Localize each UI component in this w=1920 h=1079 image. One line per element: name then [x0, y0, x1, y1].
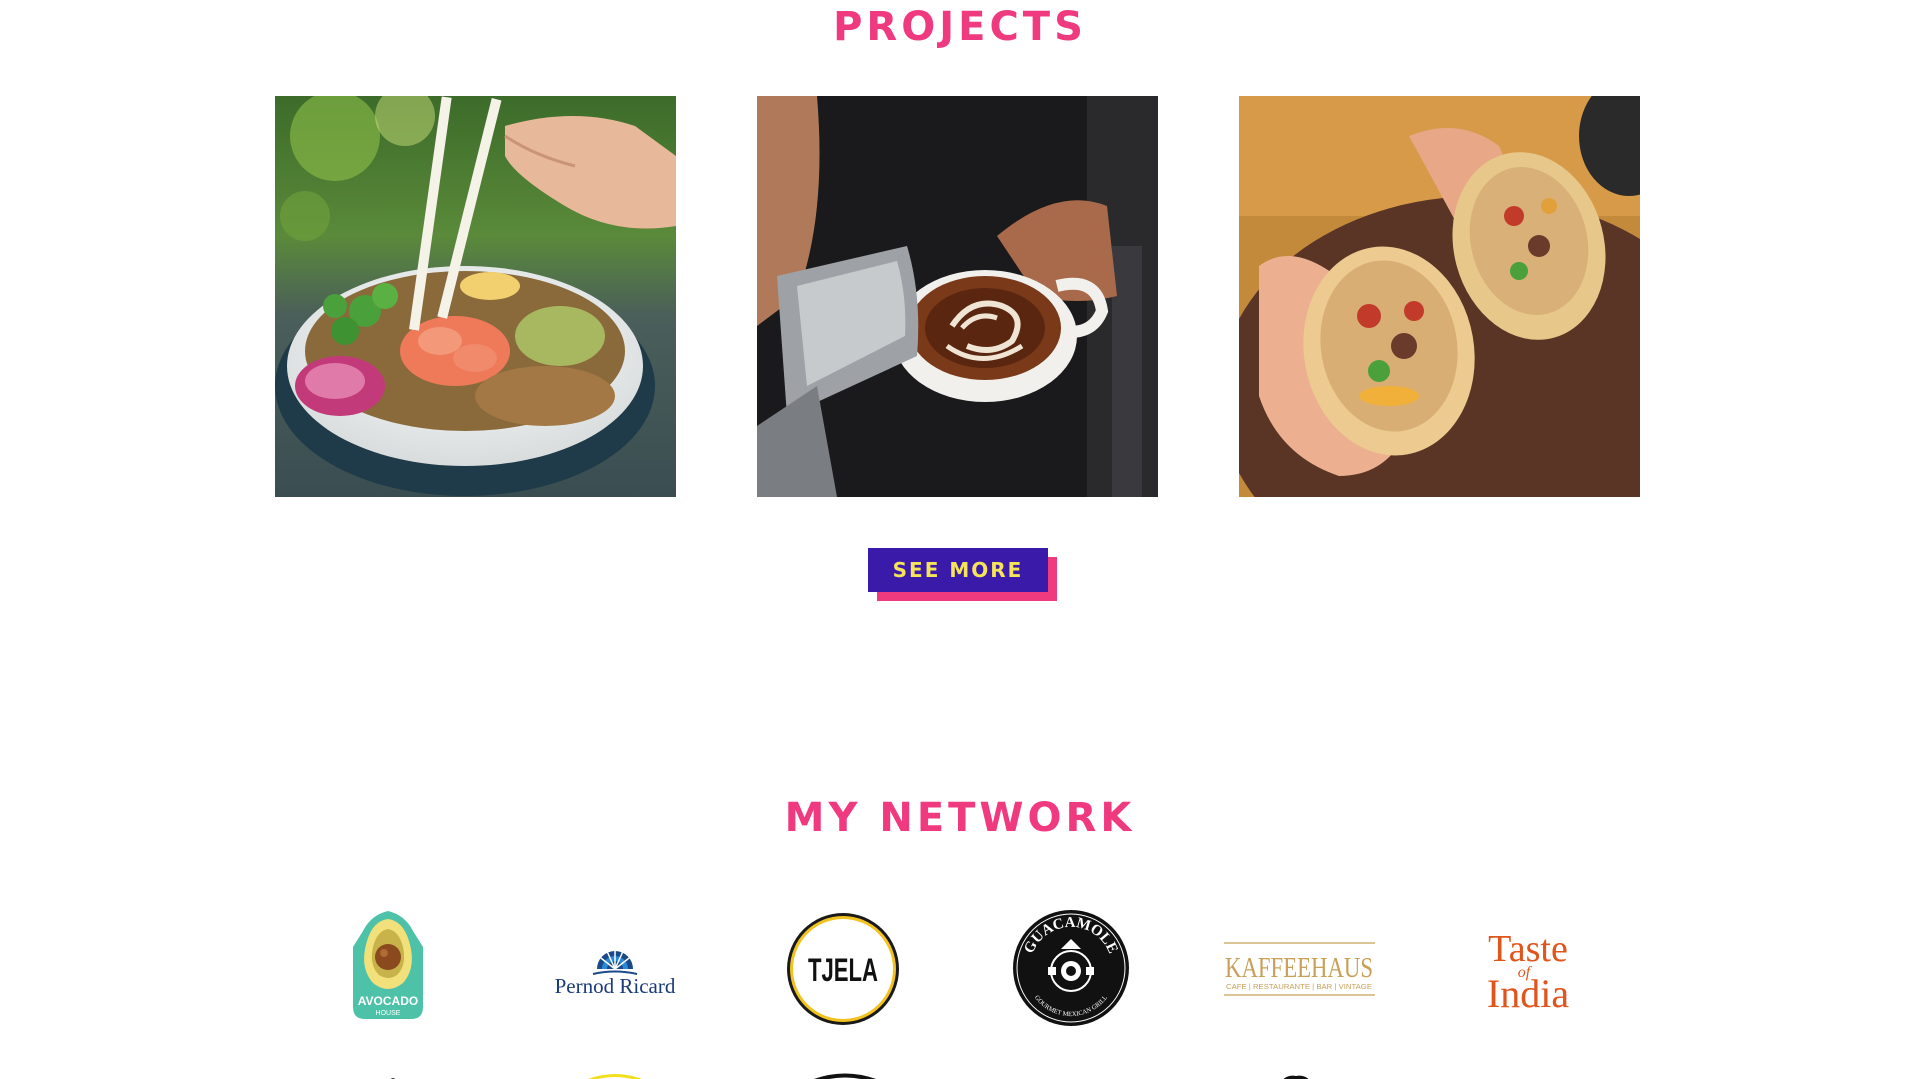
logo-pernod-ricard[interactable]: Pernod Ricard [535, 935, 695, 1005]
network-heading: MY NETWORK [784, 795, 1136, 841]
logo-tjela[interactable]: TJELA [785, 911, 901, 1027]
tjela-logo-text: TJELA [808, 952, 878, 988]
partial-logo-4 [1276, 1068, 1316, 1079]
latte-art-image [757, 96, 1158, 497]
taste-of-india-logo-image: Taste of India [1487, 928, 1569, 1013]
avocado-house-logo-line2: HOUSE [376, 1010, 401, 1017]
see-more-button[interactable]: SEE MORE [868, 548, 1048, 592]
guacamole-logo-image: GUACAMOLE GOURMET MEXICAN GRILL [1013, 910, 1129, 1026]
project-tile-poke-bowl[interactable] [275, 96, 676, 497]
tjela-logo-image: TJELA [787, 913, 899, 1025]
logo-guacamole[interactable]: GUACAMOLE GOURMET MEXICAN GRILL [1012, 909, 1130, 1027]
partial-logo-3 [805, 1068, 885, 1079]
partial-logo-3-image [814, 1073, 876, 1079]
poke-bowl-image [275, 96, 676, 497]
kaffeehaus-logo-text: KAFFEEHAUS [1225, 953, 1373, 984]
kaffeehaus-logo-subtext: CAFE | RESTAURANTE | BAR | VINTAGE [1226, 984, 1372, 991]
logo-taste-of-india[interactable]: Taste of India [1462, 925, 1592, 1013]
see-more-container: SEE MORE [868, 548, 1057, 601]
taste-of-india-logo-line3: India [1487, 971, 1569, 1013]
projects-heading: PROJECTS [833, 4, 1087, 50]
project-tile-burrito[interactable] [1239, 96, 1640, 497]
avocado-house-logo-line1: AVOCADO [358, 994, 418, 1008]
partial-logo-1-image [390, 1078, 396, 1079]
logo-avocado-house[interactable]: AVOCADO HOUSE [343, 907, 433, 1027]
pernod-ricard-logo-image: Pernod Ricard [555, 947, 676, 998]
partial-logo-2-image [587, 1074, 643, 1079]
logo-kaffeehaus[interactable]: KAFFEEHAUS CAFE | RESTAURANTE | BAR | VI… [1222, 937, 1377, 1001]
pernod-ricard-logo-text: Pernod Ricard [555, 974, 676, 998]
kaffeehaus-logo-image: KAFFEEHAUS CAFE | RESTAURANTE | BAR | VI… [1224, 942, 1375, 996]
partial-logo-4-image [1283, 1075, 1309, 1079]
avocado-house-logo-image: AVOCADO HOUSE [353, 911, 423, 1019]
partial-logo-2 [580, 1068, 650, 1079]
project-tile-latte-art[interactable] [757, 96, 1158, 497]
burrito-image [1239, 96, 1640, 497]
partial-logo-1 [386, 1068, 400, 1079]
